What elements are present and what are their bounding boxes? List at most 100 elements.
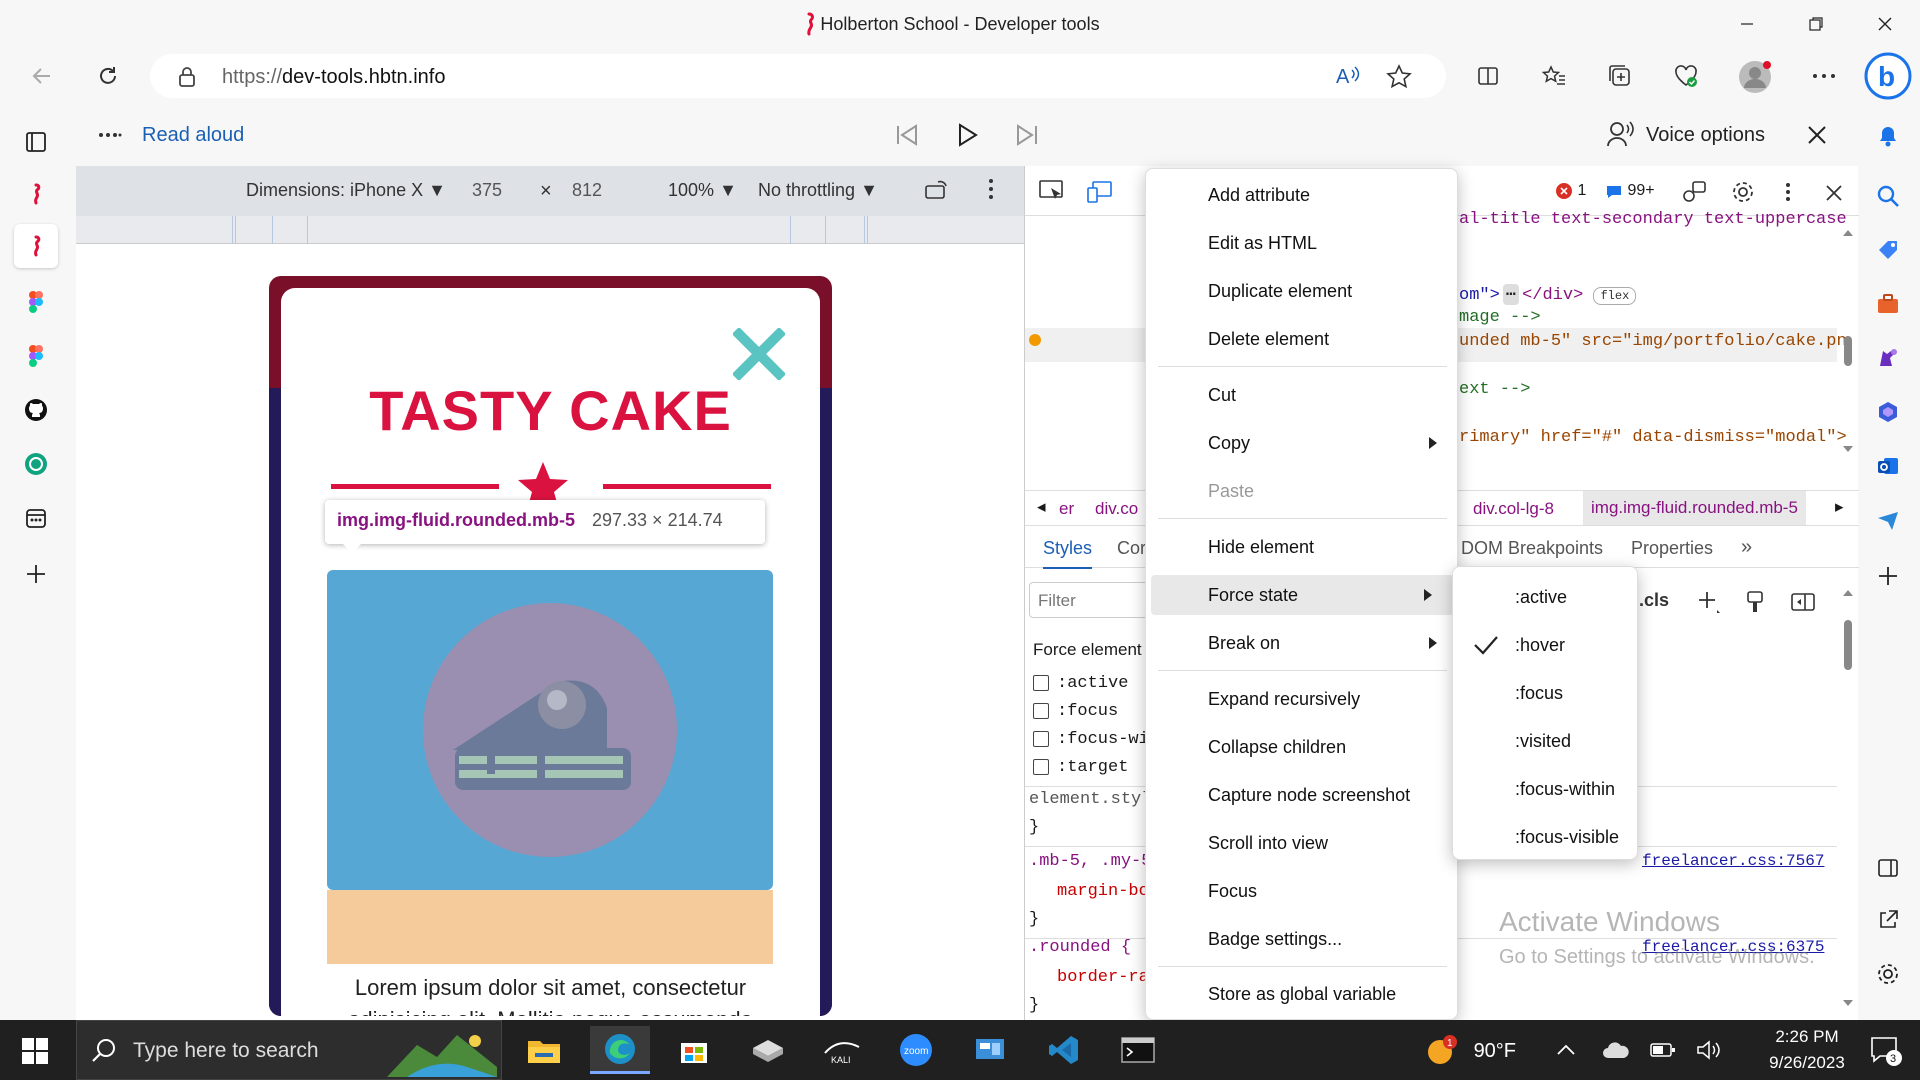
checkbox[interactable]: [1033, 758, 1049, 775]
tab-actions-icon[interactable]: [14, 120, 58, 164]
tools-briefcase-icon[interactable]: [1868, 284, 1908, 324]
voice-options-label[interactable]: Voice options: [1646, 124, 1765, 147]
styles-scrollbar[interactable]: [1841, 586, 1855, 1026]
rule-source-link[interactable]: freelancer.css:7567: [1642, 852, 1824, 870]
tree-scrollbar[interactable]: [1841, 226, 1855, 456]
start-windows-icon[interactable]: [22, 1038, 48, 1064]
message-count-badge[interactable]: 99+: [1605, 182, 1655, 200]
height-input[interactable]: 812: [572, 180, 602, 201]
breadcrumb-right-arrow[interactable]: ▸: [1835, 497, 1844, 517]
mb5-rule-property[interactable]: margin-bo: [1057, 882, 1149, 901]
sidebar-settings-gear-icon[interactable]: [1868, 954, 1908, 994]
battery-icon[interactable]: [1650, 1042, 1676, 1058]
volume-icon[interactable]: [1696, 1040, 1722, 1060]
width-input[interactable]: 375: [472, 180, 502, 201]
new-tab-plus-icon[interactable]: [14, 552, 58, 596]
chatgpt-tab-icon[interactable]: [14, 442, 58, 486]
add-sidebar-app-icon[interactable]: [1868, 556, 1908, 596]
throttling-select[interactable]: No throttling ▼: [758, 180, 878, 201]
close-devtools-icon[interactable]: [1825, 184, 1843, 202]
search-icon[interactable]: [1868, 176, 1908, 216]
element-style-rule[interactable]: element.styl: [1029, 790, 1151, 809]
outlook-icon[interactable]: [1868, 446, 1908, 486]
kali-linux-icon[interactable]: KALI: [812, 1026, 872, 1074]
checkbox[interactable]: [1033, 730, 1049, 747]
file-explorer-icon[interactable]: [514, 1026, 574, 1074]
more-menu-icon[interactable]: [1806, 58, 1842, 94]
submenu-item-visited[interactable]: :visited: [1453, 717, 1639, 765]
shopping-tag-icon[interactable]: [1868, 230, 1908, 270]
tab-holberton-1[interactable]: [14, 172, 58, 216]
inspect-element-icon[interactable]: [1039, 180, 1065, 202]
checkbox[interactable]: [1033, 702, 1049, 719]
menu-item-duplicate-element[interactable]: Duplicate element: [1146, 271, 1459, 311]
menu-item-copy[interactable]: Copy: [1146, 423, 1459, 463]
state-checkbox-row[interactable]: :active: [1033, 674, 1128, 693]
flex-badge[interactable]: flex: [1593, 287, 1637, 305]
device-more-icon[interactable]: [988, 178, 994, 200]
checkbox[interactable]: [1033, 674, 1049, 691]
hide-sidebar-icon[interactable]: [1868, 848, 1908, 888]
modal-close-icon[interactable]: [733, 328, 785, 380]
code-line[interactable]: unded mb-5" src="img/portfolio/cake.pn: [1459, 332, 1847, 351]
profile-avatar[interactable]: [1738, 60, 1772, 94]
open-external-icon[interactable]: [1868, 900, 1908, 940]
breadcrumb-left-arrow[interactable]: ◂: [1037, 497, 1046, 517]
menu-item-scroll-into-view[interactable]: Scroll into view: [1146, 823, 1459, 863]
menu-item-store-as-global-variable[interactable]: Store as global variable: [1146, 974, 1459, 1014]
menu-item-cut[interactable]: Cut: [1146, 375, 1459, 415]
tab-dom-breakpoints[interactable]: DOM Breakpoints: [1461, 538, 1603, 559]
menu-item-expand-recursively[interactable]: Expand recursively: [1146, 679, 1459, 719]
onedrive-cloud-icon[interactable]: [1602, 1040, 1630, 1060]
url-text[interactable]: https://dev-tools.hbtn.info: [222, 66, 445, 89]
menu-item-badge-settings[interactable]: Badge settings...: [1146, 919, 1459, 959]
issues-icon[interactable]: [1681, 180, 1707, 204]
code-line[interactable]: rimary" href="#" data-dismiss="modal">: [1459, 428, 1847, 447]
state-checkbox-row[interactable]: :target: [1033, 758, 1128, 777]
tab-properties[interactable]: Properties: [1631, 538, 1713, 559]
read-aloud-label[interactable]: Read aloud: [142, 124, 244, 147]
microsoft365-icon[interactable]: [1868, 392, 1908, 432]
previous-paragraph-icon[interactable]: [894, 122, 920, 148]
rotate-device-icon[interactable]: [924, 178, 950, 202]
state-checkbox-row[interactable]: :focus-wi: [1033, 730, 1149, 749]
next-paragraph-icon[interactable]: [1014, 122, 1040, 148]
devtools-more-icon[interactable]: [1785, 182, 1791, 202]
edge-taskbar-icon[interactable]: [590, 1026, 650, 1074]
favorite-star-icon[interactable]: [1386, 64, 1412, 90]
code-line[interactable]: ext -->: [1459, 380, 1530, 399]
breadcrumb-item[interactable]: div.col-lg-8: [1473, 499, 1554, 519]
back-button[interactable]: [24, 58, 60, 94]
more-tabs-icon[interactable]: »: [1741, 536, 1752, 559]
play-icon[interactable]: [954, 122, 980, 148]
notifications-bell-icon[interactable]: [1868, 116, 1908, 156]
mb5-rule-selector[interactable]: .mb-5, .my-5: [1029, 852, 1151, 871]
menu-item-edit-as-html[interactable]: Edit as HTML: [1146, 223, 1459, 263]
code-line[interactable]: mage -->: [1459, 308, 1541, 327]
wsl-ubuntu-icon[interactable]: [738, 1026, 798, 1074]
close-window-button[interactable]: [1862, 10, 1908, 38]
favorites-icon[interactable]: [1536, 58, 1572, 94]
breadcrumb-item[interactable]: er: [1059, 499, 1074, 519]
figma-tab-icon-2[interactable]: [14, 334, 58, 378]
taskbar-search-box[interactable]: Type here to search: [76, 1020, 502, 1080]
clock[interactable]: 2:26 PM 9/26/2023: [1752, 1024, 1862, 1076]
restore-button[interactable]: [1793, 10, 1839, 38]
collections-icon[interactable]: [1602, 58, 1638, 94]
device-toggle-icon[interactable]: [1087, 180, 1113, 204]
error-count-badge[interactable]: 1: [1555, 182, 1586, 200]
zoom-select[interactable]: 100% ▼: [668, 180, 737, 201]
breadcrumb-item[interactable]: div.co: [1095, 499, 1138, 519]
devtools-settings-gear-icon[interactable]: [1731, 180, 1755, 204]
weather-widget[interactable]: 1 90°F: [1424, 1034, 1516, 1068]
reader-more-icon[interactable]: [98, 132, 122, 138]
close-reader-icon[interactable]: [1806, 124, 1828, 146]
tab-styles[interactable]: Styles: [1043, 538, 1093, 569]
read-aloud-icon[interactable]: A: [1336, 64, 1362, 88]
paint-brush-icon[interactable]: [1745, 590, 1765, 614]
calendar-tab-icon[interactable]: [14, 496, 58, 540]
code-line[interactable]: om"> ⋯ </div> flex: [1459, 284, 1637, 305]
url-bar[interactable]: https://dev-tools.hbtn.info A: [150, 54, 1446, 98]
microsoft-store-icon[interactable]: [664, 1026, 724, 1074]
cls-button[interactable]: .cls: [1639, 590, 1669, 611]
